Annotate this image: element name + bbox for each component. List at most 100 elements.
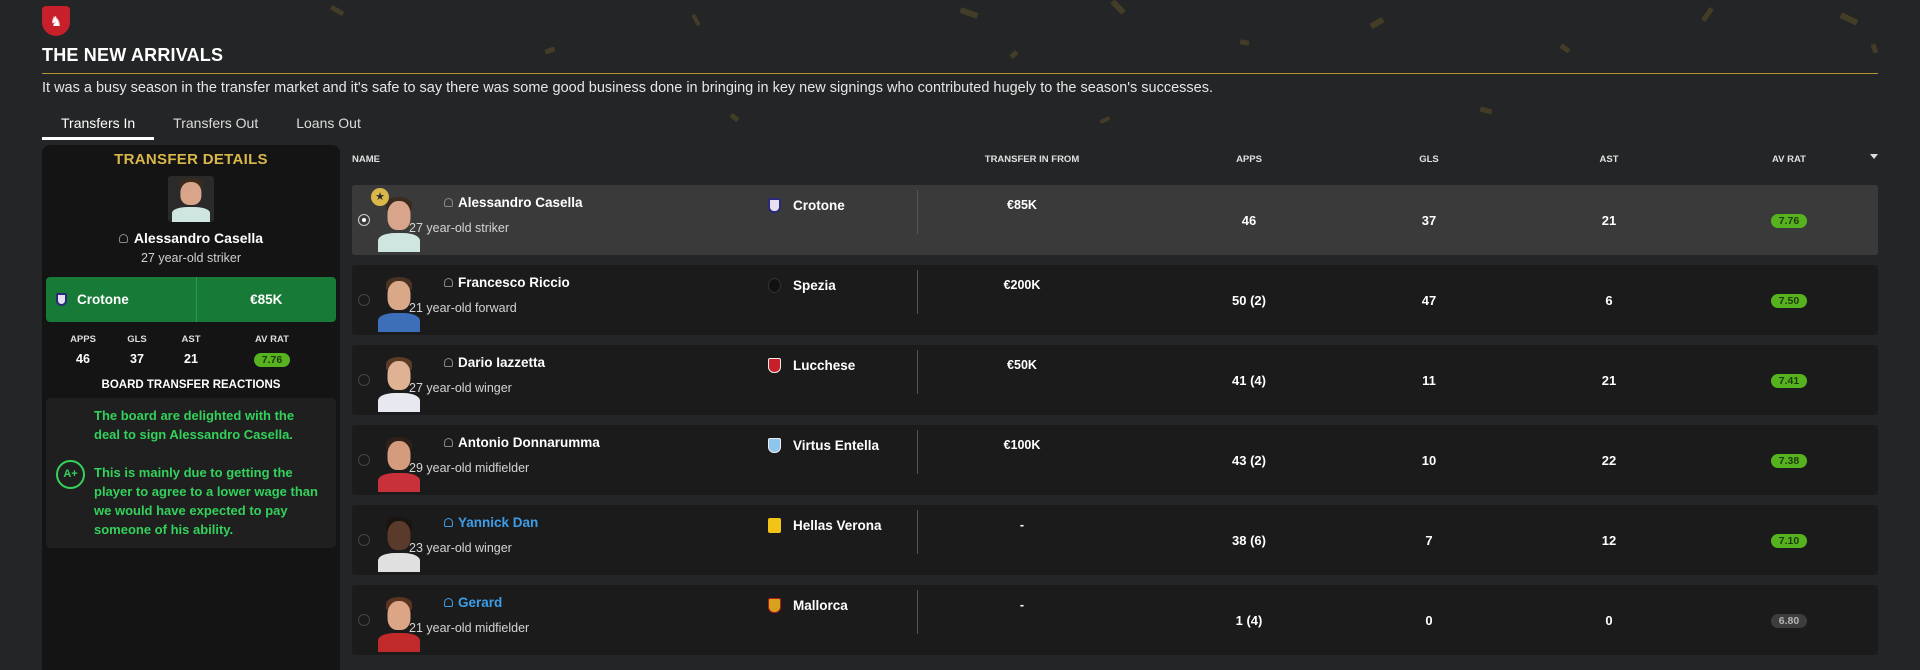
mallorca-badge-icon: [768, 598, 781, 613]
person-icon: [444, 598, 453, 607]
intro-text: It was a busy season in the transfer mar…: [42, 80, 1214, 96]
tab-transfers-out[interactable]: Transfers Out: [154, 112, 277, 140]
virtus-entella-badge-icon: [768, 438, 781, 453]
ast-value: 21: [1601, 213, 1617, 228]
reaction-text-1: The board are delighted with the deal to…: [94, 408, 295, 442]
ast-value: 12: [1601, 533, 1617, 548]
page-title: THE NEW ARRIVALS: [42, 45, 224, 65]
table-row[interactable]: Francesco Riccio 21 year-old forward Spe…: [352, 265, 1878, 335]
person-icon: [444, 438, 453, 447]
row-select-radio[interactable]: [358, 614, 370, 626]
deal-club[interactable]: Crotone: [46, 277, 196, 322]
rating-badge: 7.38: [1771, 454, 1807, 468]
crotone-badge-icon: [56, 293, 67, 306]
av-rat-value: 7.10: [1739, 532, 1839, 548]
player-name[interactable]: Gerard: [444, 595, 502, 610]
panel-title: TRANSFER DETAILS: [114, 151, 268, 168]
from-club[interactable]: Crotone: [768, 198, 845, 213]
player-description: 27 year-old striker: [140, 251, 242, 265]
player-face-image: [168, 176, 214, 222]
column-divider: [917, 270, 918, 314]
column-header-av-rat[interactable]: AV RAT: [1739, 154, 1839, 165]
crotone-badge-icon: [768, 198, 781, 213]
gls-value: 37: [1421, 213, 1437, 228]
rating-badge: 7.10: [1771, 534, 1807, 548]
deal-fee: €85K: [195, 277, 337, 322]
reactions-title: BOARD TRANSFER REACTIONS: [101, 379, 281, 391]
sort-dropdown-icon[interactable]: [1870, 154, 1878, 159]
row-select-radio[interactable]: [358, 374, 370, 386]
player-stats: APPS 46 GLS 37 AST 21 AV RAT 7.76: [42, 334, 340, 367]
transfer-fee: €200K: [1003, 278, 1041, 292]
player-name[interactable]: Alessandro Casella: [444, 195, 583, 210]
player-description: 27 year-old winger: [409, 381, 512, 395]
transfer-fee: -: [1019, 518, 1025, 532]
table-row[interactable]: Yannick Dan 23 year-old winger Hellas Ve…: [352, 505, 1878, 575]
transfer-fee: €100K: [1003, 438, 1041, 452]
table-row[interactable]: Gerard 21 year-old midfielder Mallorca -…: [352, 585, 1878, 655]
apps-value: 46: [1241, 213, 1257, 228]
title-divider: [42, 73, 1878, 74]
row-select-radio[interactable]: [358, 214, 370, 226]
gls-value: 47: [1421, 293, 1437, 308]
column-divider: [917, 430, 918, 474]
av-rat-value: 7.76: [1739, 212, 1839, 228]
person-icon: [444, 198, 453, 207]
row-select-radio[interactable]: [358, 294, 370, 306]
player-name[interactable]: Antonio Donnarumma: [444, 435, 600, 450]
player-description: 29 year-old midfielder: [409, 461, 530, 475]
player-name[interactable]: Dario Iazzetta: [444, 355, 545, 370]
ast-value: 6: [1605, 293, 1613, 308]
player-name[interactable]: Francesco Riccio: [444, 275, 570, 290]
row-select-radio[interactable]: [358, 534, 370, 546]
ast-value: 21: [1601, 373, 1617, 388]
column-divider: [917, 590, 918, 634]
av-rat-value: 7.41: [1739, 372, 1839, 388]
transfer-details-panel: TRANSFER DETAILS Alessandro Casella 27 y…: [42, 145, 340, 670]
row-select-radio[interactable]: [358, 454, 370, 466]
rating-badge: 6.80: [1771, 614, 1807, 628]
column-header-from[interactable]: TRANSFER IN FROM: [917, 154, 1147, 165]
tab-loans-out[interactable]: Loans Out: [277, 112, 380, 140]
tab-transfers-in[interactable]: Transfers In: [42, 112, 155, 140]
person-icon: [444, 278, 453, 287]
from-club[interactable]: Lucchese: [768, 358, 855, 373]
stat-ast: AST 21: [181, 334, 201, 366]
column-header-ast[interactable]: AST: [1559, 154, 1659, 165]
player-name[interactable]: Yannick Dan: [444, 515, 538, 530]
column-divider: [917, 350, 918, 394]
person-icon: [444, 358, 453, 367]
stat-av-rat: AV RAT 7.76: [254, 334, 290, 367]
tab-bar: Transfers In Transfers Out Loans Out: [42, 112, 380, 140]
transfer-fee: €50K: [1007, 358, 1037, 372]
player-name[interactable]: Alessandro Casella: [42, 230, 340, 246]
rating-badge: 7.41: [1771, 374, 1807, 388]
from-club[interactable]: Hellas Verona: [768, 518, 882, 533]
gls-value: 11: [1422, 373, 1436, 388]
from-club[interactable]: Mallorca: [768, 598, 848, 613]
player-description: 27 year-old striker: [409, 221, 510, 235]
table-row[interactable]: ★ Alessandro Casella 27 year-old striker…: [352, 185, 1878, 255]
apps-value: 43 (2): [1232, 453, 1266, 468]
from-club[interactable]: Virtus Entella: [768, 438, 879, 453]
grade-badge: A+: [56, 460, 85, 489]
column-header-apps[interactable]: APPS: [1199, 154, 1299, 165]
stat-apps: APPS 46: [70, 334, 96, 366]
column-header-name[interactable]: NAME: [352, 154, 380, 165]
transfer-fee: €85K: [1007, 198, 1037, 212]
club-crest-icon[interactable]: ♞: [42, 6, 70, 36]
player-description: 23 year-old winger: [409, 541, 512, 555]
table-header: NAME TRANSFER IN FROM APPS GLS AST AV RA…: [352, 150, 1878, 170]
av-rat-value: 7.38: [1739, 452, 1839, 468]
spezia-badge-icon: [768, 278, 781, 293]
gls-value: 7: [1425, 533, 1433, 548]
hellas-verona-badge-icon: [768, 518, 781, 533]
table-row[interactable]: Dario Iazzetta 27 year-old winger Lucche…: [352, 345, 1878, 415]
column-header-gls[interactable]: GLS: [1379, 154, 1479, 165]
table-row[interactable]: Antonio Donnarumma 29 year-old midfielde…: [352, 425, 1878, 495]
rating-badge: 7.76: [254, 353, 290, 367]
ast-value: 22: [1601, 453, 1617, 468]
av-rat-value: 7.50: [1739, 292, 1839, 308]
from-club[interactable]: Spezia: [768, 278, 836, 293]
apps-value: 50 (2): [1232, 293, 1266, 308]
